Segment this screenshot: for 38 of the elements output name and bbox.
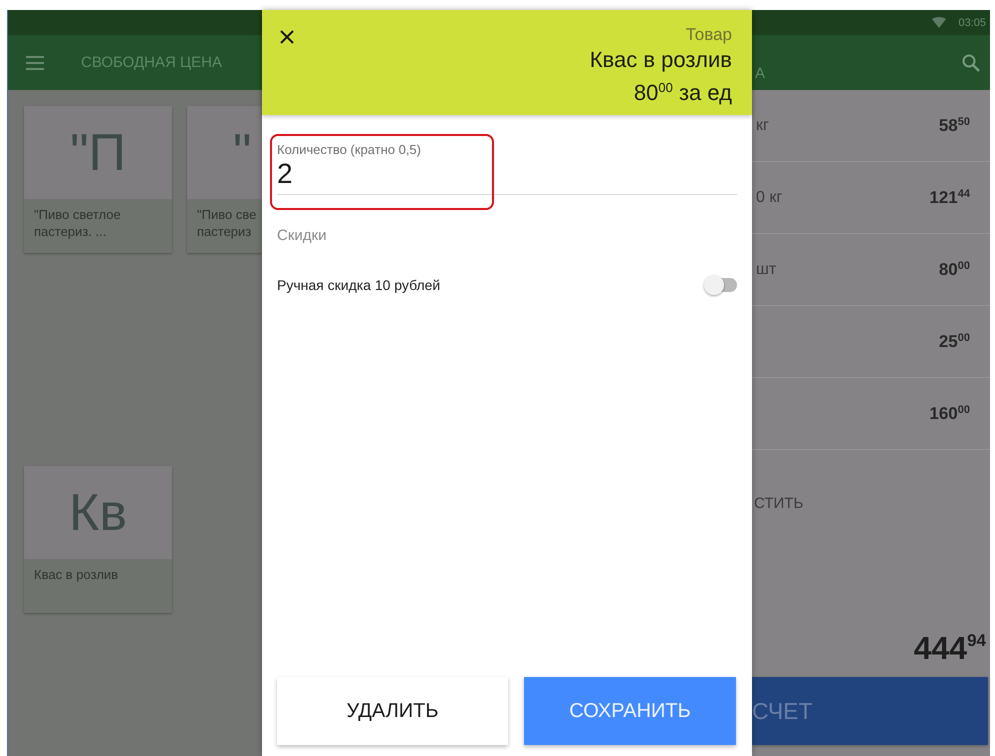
menu-icon[interactable] [26, 56, 44, 70]
delete-button[interactable]: УДАЛИТЬ [277, 677, 508, 745]
item-quantity: 0 кг [756, 188, 782, 206]
total-amount: 444$^{94}$ [912, 630, 987, 667]
toolbar-title: СВОБОДНАЯ ЦЕНА [81, 54, 222, 71]
item-price: 160$^{00}$ [929, 404, 970, 424]
product-tile[interactable]: " "Пиво све пастериз [187, 106, 262, 253]
tile-name: "Пиво светлое [34, 206, 122, 223]
item-quantity: шт [756, 260, 776, 278]
search-icon[interactable] [962, 54, 980, 72]
item-price: 80$^{00}$ [938, 260, 970, 280]
unit-price: 80$^{00}$ за ед [634, 79, 732, 107]
item-price: 121$^{44}$ [929, 188, 970, 208]
tile-name: пастериз [197, 223, 252, 240]
tile-initials: " [233, 122, 252, 182]
clock: 03:05 [958, 16, 986, 28]
product-name: Квас в розлив [590, 46, 732, 74]
clear-label[interactable]: СТИТЬ [752, 450, 990, 512]
toolbar-title: А [755, 65, 766, 82]
discount-label: Ручная скидка 10 рублей [277, 277, 440, 293]
tile-initials: "П [70, 122, 126, 182]
dialog-caption: Товар [686, 24, 732, 46]
product-tile[interactable]: "П "Пиво светлое пастериз. ... [24, 106, 172, 253]
tile-name: Квас в розлив [34, 566, 120, 583]
quantity-field[interactable]: 2 [277, 158, 737, 195]
field-label: Количество (кратно 0,5) [277, 142, 422, 158]
tile-initials: Кв [69, 482, 127, 542]
tile-name: пастериз. ... [34, 223, 108, 240]
product-tile[interactable]: Кв Квас в розлив [24, 466, 172, 613]
item-price: 58$^{50}$ [938, 116, 970, 136]
save-button[interactable]: СОХРАНИТЬ [524, 677, 736, 745]
wifi-icon [932, 17, 946, 28]
section-heading: Скидки [277, 227, 328, 244]
item-price: 25$^{00}$ [938, 332, 970, 352]
item-quantity: кг [756, 116, 769, 134]
discount-toggle[interactable] [704, 275, 737, 295]
close-icon[interactable] [280, 30, 294, 44]
checkout-button[interactable]: СЧЕТ [752, 677, 988, 745]
